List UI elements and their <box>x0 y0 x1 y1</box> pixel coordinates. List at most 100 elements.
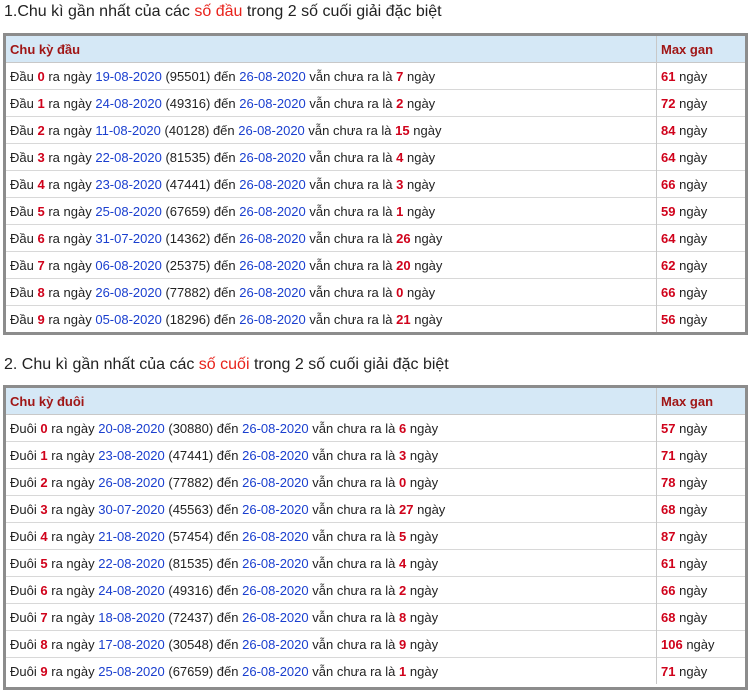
ngay-text: ngày <box>679 420 708 436</box>
days-count: 6 <box>399 420 407 436</box>
ra-ngay-text: ra ngày <box>48 68 92 84</box>
days-count: 27 <box>399 501 414 517</box>
days-count: 1 <box>399 663 407 679</box>
den-text: đến <box>216 420 239 436</box>
table-row: Đầu 7 ra ngày 06-08-2020 (25375) đến 26-… <box>6 251 745 279</box>
section2-title-suffix: trong 2 số cuối giải đặc biệt <box>249 356 449 373</box>
ngay-text: ngày <box>679 68 708 84</box>
section1-title-suffix: trong 2 số cuối giải đặc biệt <box>242 3 442 20</box>
start-date: 05-08-2020 <box>95 311 162 327</box>
days-count: 4 <box>396 149 404 165</box>
cycle-cell: Đầu 5 ra ngày 25-08-2020 (67659) đến 26-… <box>6 197 657 225</box>
van-chua-text: vẫn chưa ra là <box>312 582 396 598</box>
ra-ngay-text: ra ngày <box>51 528 95 544</box>
max-gan-cell: 61 ngày <box>656 549 745 577</box>
end-date: 26-08-2020 <box>242 447 309 463</box>
max-gan-value: 68 <box>661 609 676 625</box>
table-row: Đuôi 6 ra ngày 24-08-2020 (49316) đến 26… <box>6 576 745 604</box>
special-code: (45563) <box>168 501 214 517</box>
ra-ngay-text: ra ngày <box>51 582 95 598</box>
max-gan-value: 68 <box>661 501 676 517</box>
max-gan-cell: 68 ngày <box>656 603 745 631</box>
special-code: (67659) <box>165 203 211 219</box>
ra-ngay-text: ra ngày <box>48 257 92 273</box>
ngay-text: ngày <box>679 311 708 327</box>
table-row: Đuôi 3 ra ngày 30-07-2020 (45563) đến 26… <box>6 495 745 523</box>
days-count: 1 <box>396 203 404 219</box>
cycle-cell: Đuôi 1 ra ngày 23-08-2020 (47441) đến 26… <box>6 441 657 469</box>
den-text: đến <box>213 203 236 219</box>
table-row: Đầu 9 ra ngày 05-08-2020 (18296) đến 26-… <box>6 305 745 332</box>
ngay-text: ngày <box>679 474 708 490</box>
ngay-text: ngày <box>414 311 443 327</box>
table-row: Đầu 5 ra ngày 25-08-2020 (67659) đến 26-… <box>6 197 745 225</box>
section1-title-prefix: 1.Chu kì gần nhất của các <box>4 3 195 20</box>
row-label: Đuôi <box>10 501 37 517</box>
start-date: 23-08-2020 <box>95 176 162 192</box>
special-code: (49316) <box>165 95 211 111</box>
column-header-cycle: Chu kỳ đuôi <box>6 388 657 415</box>
start-date: 11-08-2020 <box>95 122 161 138</box>
ngay-text: ngày <box>406 149 436 165</box>
max-gan-value: 66 <box>661 582 676 598</box>
van-chua-text: vẫn chưa ra là <box>312 555 396 571</box>
den-text: đến <box>216 636 239 652</box>
den-text: đến <box>213 95 236 111</box>
section2-table: Chu kỳ đuôi Max gan Đuôi 0 ra ngày 20-08… <box>3 385 748 690</box>
ngay-text: ngày <box>409 474 439 490</box>
max-gan-value: 71 <box>661 447 676 463</box>
table-row: Đuôi 2 ra ngày 26-08-2020 (77882) đến 26… <box>6 468 745 496</box>
van-chua-text: vẫn chưa ra là <box>312 447 396 463</box>
row-label: Đầu <box>10 203 34 219</box>
ngay-text: ngày <box>679 284 708 300</box>
column-header-max-gan: Max gan <box>656 36 745 63</box>
end-date: 26-08-2020 <box>239 203 306 219</box>
ngay-text: ngày <box>679 582 708 598</box>
max-gan-cell: 61 ngày <box>656 62 745 90</box>
end-date: 26-08-2020 <box>242 474 309 490</box>
row-digit: 6 <box>40 582 48 598</box>
end-date: 26-08-2020 <box>242 582 309 598</box>
max-gan-cell: 56 ngày <box>656 305 745 332</box>
ngay-text: ngày <box>409 528 439 544</box>
start-date: 21-08-2020 <box>98 528 165 544</box>
special-code: (30548) <box>168 636 214 652</box>
row-label: Đuôi <box>10 636 37 652</box>
column-header-max-gan: Max gan <box>656 388 745 415</box>
cycle-cell: Đuôi 8 ra ngày 17-08-2020 (30548) đến 26… <box>6 630 657 658</box>
den-text: đến <box>216 447 239 463</box>
row-digit: 1 <box>37 95 45 111</box>
max-gan-value: 59 <box>661 203 676 219</box>
section2-title-prefix: 2. Chu kì gần nhất của các <box>4 356 199 373</box>
max-gan-cell: 66 ngày <box>656 170 745 198</box>
days-count: 2 <box>399 582 407 598</box>
max-gan-value: 61 <box>661 68 676 84</box>
row-digit: 3 <box>37 149 45 165</box>
van-chua-text: vẫn chưa ra là <box>309 95 393 111</box>
max-gan-value: 61 <box>661 555 676 571</box>
cycle-cell: Đầu 4 ra ngày 23-08-2020 (47441) đến 26-… <box>6 170 657 198</box>
start-date: 26-08-2020 <box>95 284 162 300</box>
row-label: Đuôi <box>10 474 37 490</box>
den-text: đến <box>213 176 236 192</box>
special-code: (77882) <box>168 474 214 490</box>
row-label: Đuôi <box>10 582 37 598</box>
table-row: Đầu 8 ra ngày 26-08-2020 (77882) đến 26-… <box>6 278 745 306</box>
table-row: Đầu 4 ra ngày 23-08-2020 (47441) đến 26-… <box>6 170 745 198</box>
den-text: đến <box>216 501 239 517</box>
max-gan-value: 66 <box>661 284 676 300</box>
ngay-text: ngày <box>679 663 708 679</box>
row-label: Đuôi <box>10 663 37 679</box>
van-chua-text: vẫn chưa ra là <box>312 528 396 544</box>
row-digit: 1 <box>40 447 48 463</box>
table-row: Đuôi 5 ra ngày 22-08-2020 (81535) đến 26… <box>6 549 745 577</box>
days-count: 3 <box>399 447 407 463</box>
ngay-text: ngày <box>686 636 715 652</box>
van-chua-text: vẫn chưa ra là <box>309 230 393 246</box>
ra-ngay-text: ra ngày <box>48 203 92 219</box>
den-text: đến <box>212 122 235 138</box>
cycle-cell: Đuôi 3 ra ngày 30-07-2020 (45563) đến 26… <box>6 495 657 523</box>
days-count: 21 <box>396 311 411 327</box>
row-label: Đầu <box>10 257 34 273</box>
days-count: 2 <box>396 95 404 111</box>
